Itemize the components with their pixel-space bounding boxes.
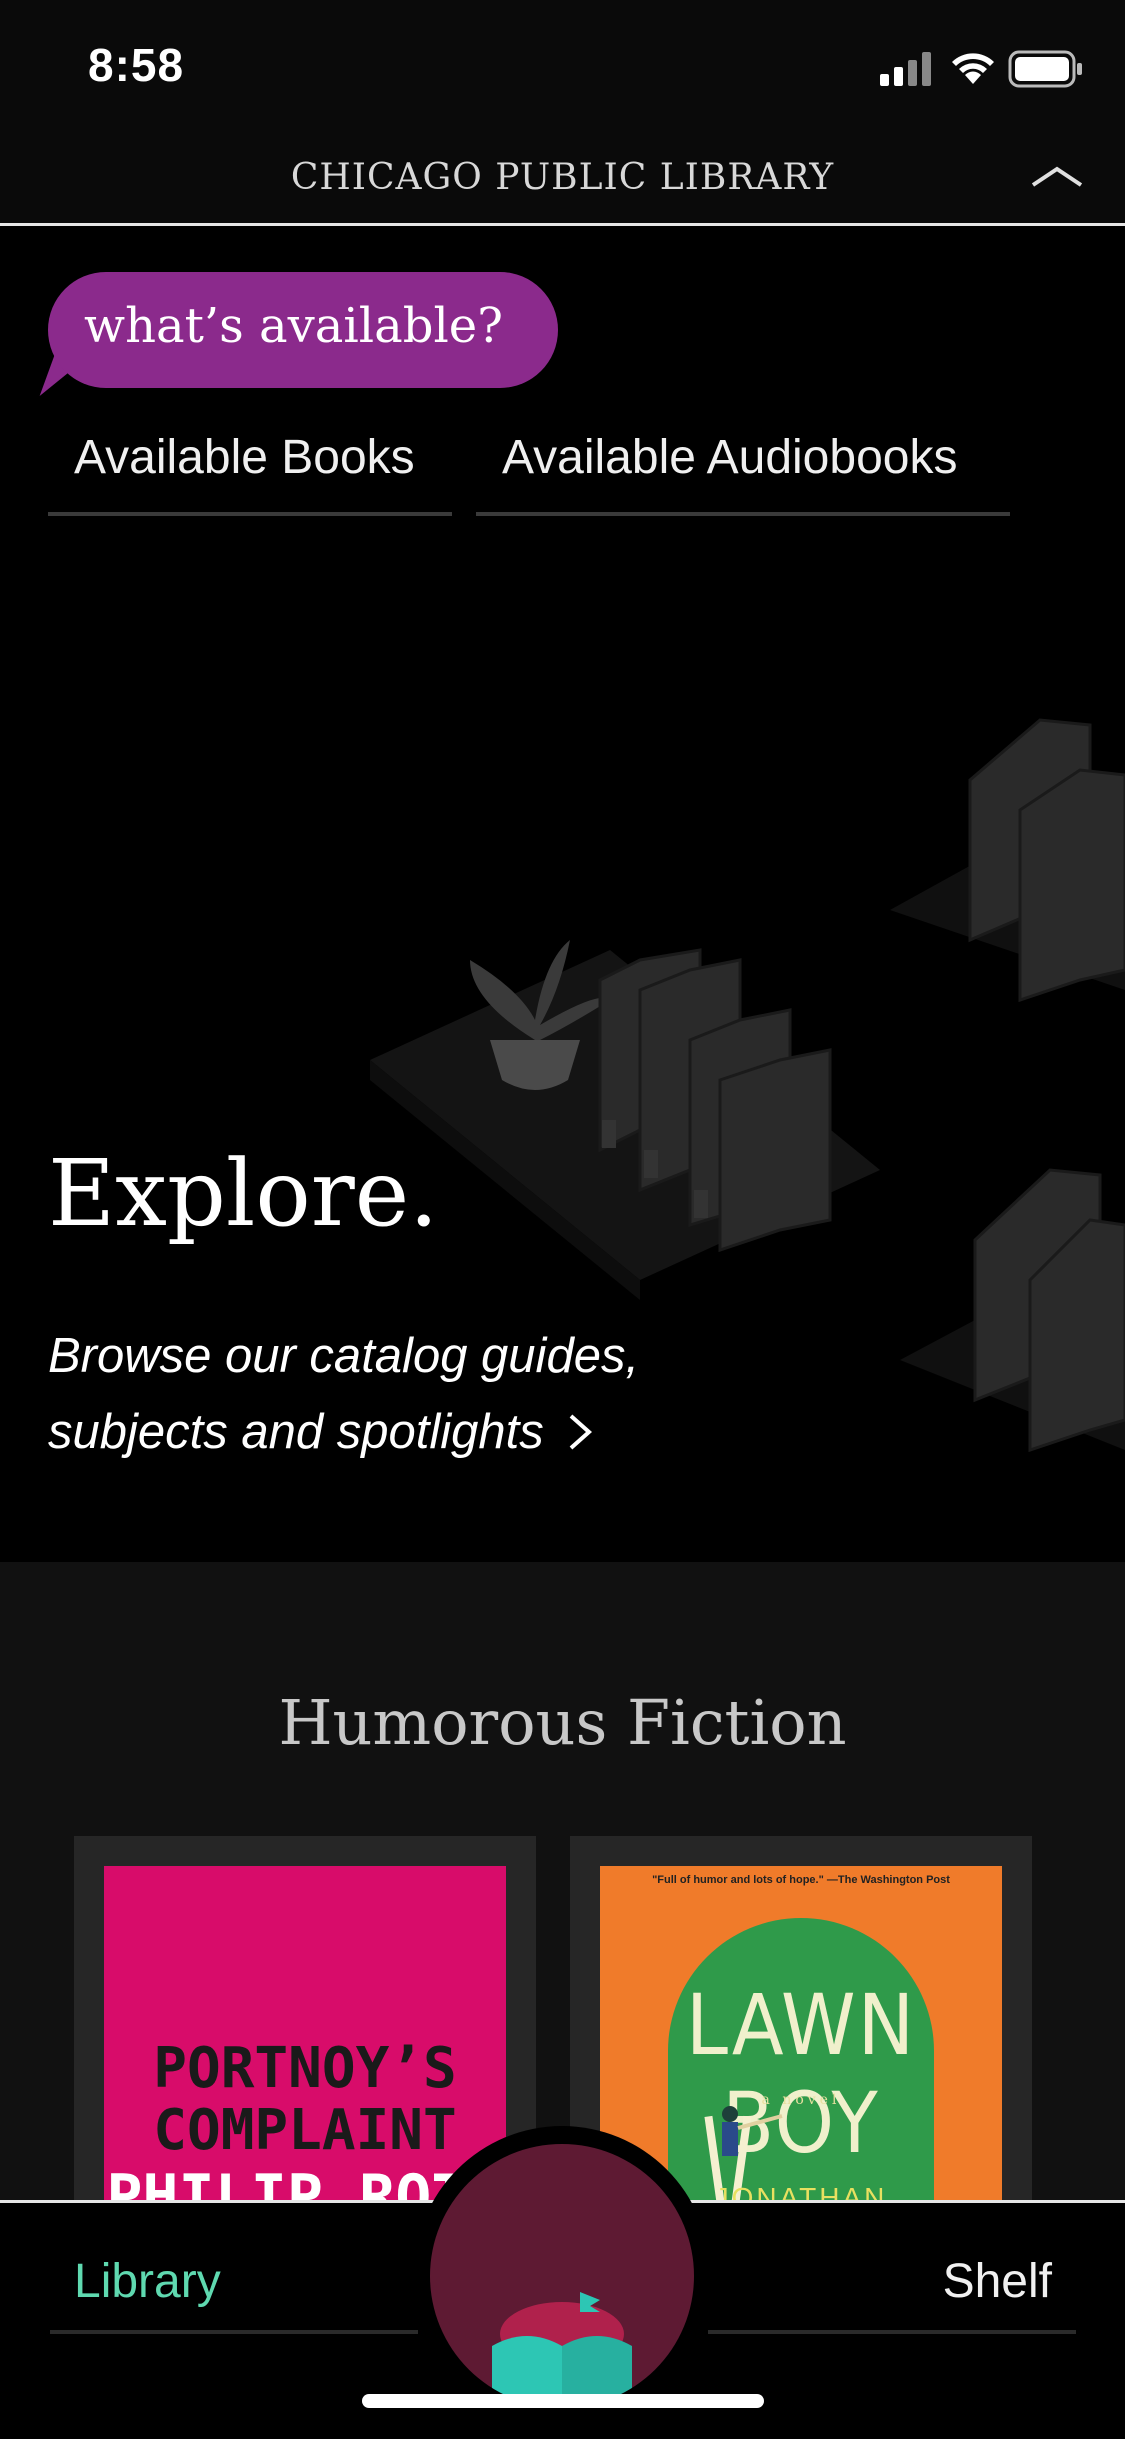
explore-subtitle[interactable]: Browse our catalog guides, subjects and … — [48, 1318, 748, 1470]
tab-library[interactable]: Library — [50, 2232, 418, 2334]
chevron-up-icon[interactable] — [1029, 161, 1085, 191]
available-audiobooks-link[interactable]: Available Audiobooks — [476, 420, 1010, 516]
libby-home-button[interactable] — [430, 2144, 694, 2408]
status-bar: 8:58 — [0, 0, 1125, 135]
cover-title-line2: COMPLAINT — [153, 2098, 457, 2163]
explore-subtitle-line1: Browse our catalog guides, — [48, 1329, 640, 1383]
explore-subtitle-line2: subjects and spotlights — [48, 1405, 544, 1459]
chevron-right-icon — [570, 1414, 593, 1450]
battery-icon — [1008, 50, 1082, 88]
whats-available-bubble: what’s available? — [48, 272, 558, 388]
collection-title: Humorous Fiction — [278, 1686, 847, 1759]
cellular-signal-icon — [880, 52, 931, 86]
open-book-icon — [492, 2292, 632, 2408]
status-time: 8:58 — [88, 39, 185, 91]
wifi-icon — [952, 53, 994, 84]
tab-library-label: Library — [74, 2255, 221, 2308]
home-indicator — [362, 2394, 764, 2408]
library-name: CHICAGO PUBLIC LIBRARY — [290, 157, 835, 198]
tab-shelf[interactable]: Shelf — [708, 2232, 1076, 2334]
cover-blurb: "Full of humor and lots of hope." —The W… — [652, 1874, 950, 1886]
cover-title-line1: PORTNOY’S — [153, 2036, 457, 2101]
explore-title: Explore. — [48, 1140, 439, 1247]
library-header: CHICAGO PUBLIC LIBRARY — [0, 135, 1125, 226]
tab-shelf-label: Shelf — [942, 2255, 1052, 2308]
available-books-link[interactable]: Available Books — [48, 420, 452, 516]
bubble-text: what’s available? — [84, 298, 503, 354]
